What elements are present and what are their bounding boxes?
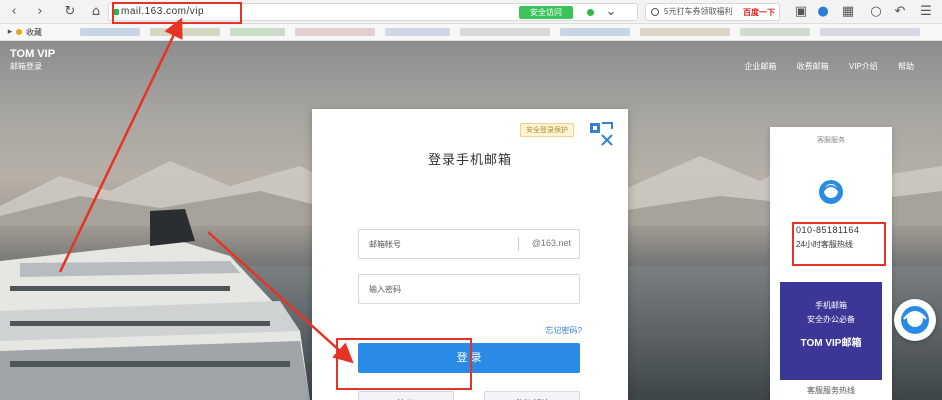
cruise-ship-image <box>0 209 310 400</box>
bookmark-item[interactable] <box>740 28 810 36</box>
search-placeholder: 5元打车券领取福利 <box>664 7 733 16</box>
browser-icon[interactable]: ● <box>815 4 831 20</box>
highlight-box-url <box>112 2 242 24</box>
search-icon <box>651 8 659 16</box>
grid-icon[interactable]: ▦ <box>840 4 856 20</box>
bookmark-item[interactable] <box>230 28 285 36</box>
chevron-down-icon[interactable]: ⌄ <box>603 4 619 20</box>
forgot-password-link[interactable]: 忘记密码? <box>546 325 582 336</box>
field-divider <box>518 237 519 251</box>
qr-code-icon[interactable] <box>588 121 614 147</box>
password-field[interactable]: 输入密码 <box>358 274 580 304</box>
account-placeholder: 邮箱帐号 <box>369 240 401 249</box>
top-link[interactable]: VIP介绍 <box>849 62 878 71</box>
back-icon[interactable]: ‹ <box>6 4 22 20</box>
upgrade-button[interactable]: 升级邮箱 <box>484 391 580 400</box>
bookmarks-bar: ▸ 收藏 <box>0 24 942 41</box>
promo-banner[interactable]: 手机邮箱 安全办公必备 TOM VIP邮箱 <box>780 282 882 380</box>
site-logo[interactable]: TOM VIP <box>10 48 55 60</box>
bookmark-label[interactable]: 收藏 <box>26 27 42 38</box>
bookmark-item[interactable] <box>460 28 550 36</box>
login-title: 登录手机邮箱 <box>427 152 512 167</box>
security-login-badge: 安全登录保护 <box>520 123 574 137</box>
bookmark-item[interactable] <box>640 28 730 36</box>
undo-icon[interactable]: ↶ <box>892 4 908 20</box>
bookmark-item[interactable] <box>295 28 375 36</box>
menu-icon[interactable]: ☰ <box>918 4 934 20</box>
customer-service-icon <box>819 180 843 204</box>
bookmark-star-icon <box>16 29 22 35</box>
promo-line: 手机邮箱 <box>815 301 847 310</box>
service-title: 客服服务 <box>817 137 845 144</box>
home-icon[interactable]: ⌂ <box>88 4 104 20</box>
register-button[interactable]: 注册 <box>358 391 454 400</box>
top-link[interactable]: 收费邮箱 <box>797 62 829 71</box>
top-link[interactable]: 企业邮箱 <box>744 62 776 71</box>
search-input[interactable]: 5元打车券领取福利 百度一下 <box>645 3 780 21</box>
top-link[interactable]: 帮助 <box>898 62 914 71</box>
security-badge: 安全访问 <box>519 6 573 19</box>
password-placeholder: 输入密码 <box>369 285 401 294</box>
status-dot-icon <box>587 9 594 16</box>
headset-icon <box>901 306 929 334</box>
service-footer: 客服服务热线 <box>807 386 855 395</box>
reload-icon[interactable]: ↻ <box>62 4 78 20</box>
promo-line: 安全办公必备 <box>807 315 855 324</box>
floating-help-button[interactable] <box>894 299 936 341</box>
account-field[interactable]: 邮箱帐号 @163.net <box>358 229 580 259</box>
highlight-box-register <box>336 338 472 390</box>
domain-suffix[interactable]: @163.net <box>532 238 571 248</box>
bookmark-item[interactable] <box>385 28 450 36</box>
screenshot-icon[interactable]: ▣ <box>793 4 809 20</box>
bookmark-item[interactable] <box>150 28 220 36</box>
bookmark-item[interactable] <box>820 28 920 36</box>
circle-icon[interactable]: ○ <box>868 4 884 20</box>
bookmark-item[interactable] <box>80 28 140 36</box>
forward-icon[interactable]: › <box>32 4 48 20</box>
search-brand[interactable]: 百度一下 <box>743 5 775 21</box>
highlight-box-phone <box>792 222 886 266</box>
top-nav: 企业邮箱 收费邮箱 VIP介绍 帮助 <box>726 61 914 72</box>
site-logo-subtitle: 邮箱登录 <box>10 62 42 71</box>
promo-title: TOM VIP邮箱 <box>800 338 862 349</box>
bookmark-item[interactable] <box>560 28 630 36</box>
